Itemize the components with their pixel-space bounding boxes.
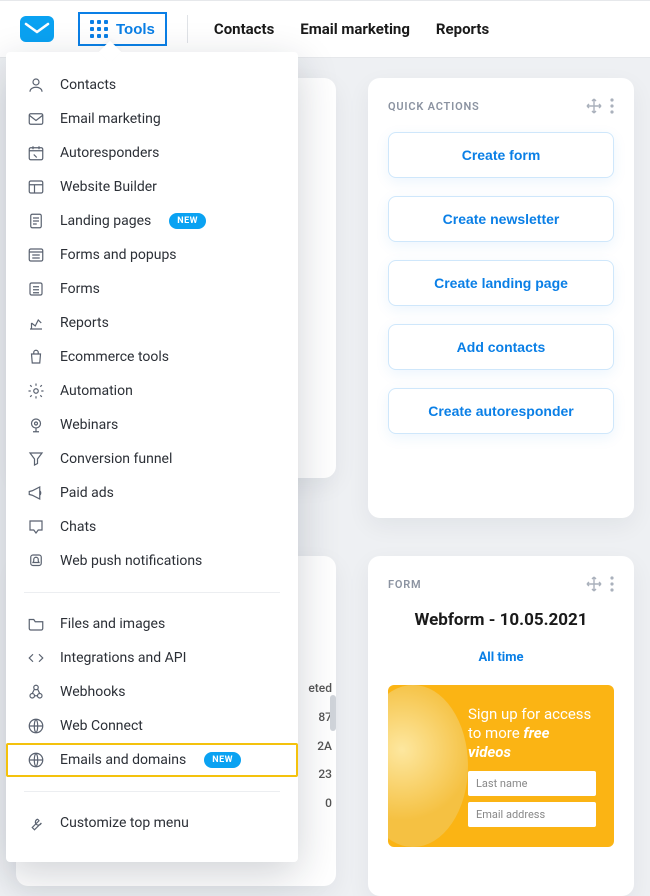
quick-actions-title: QUICK ACTIONS	[388, 100, 480, 113]
qa-create-form[interactable]: Create form	[388, 132, 614, 178]
layout-icon	[26, 177, 46, 197]
menu-item-reports[interactable]: Reports	[6, 306, 298, 340]
qa-create-newsletter[interactable]: Create newsletter	[388, 196, 614, 242]
menu-item-web-push-notifications[interactable]: Web push notifications	[6, 544, 298, 578]
menu-item-automation[interactable]: Automation	[6, 374, 298, 408]
menu-item-forms-and-popups[interactable]: Forms and popups	[6, 238, 298, 272]
menu-label: Webinars	[60, 417, 118, 433]
menu-label: Web push notifications	[60, 553, 202, 569]
tools-menu-button[interactable]: Tools	[78, 12, 167, 46]
scrollbar-thumb[interactable]	[330, 695, 336, 731]
kebab-icon[interactable]	[610, 576, 614, 592]
menu-item-autoresponders[interactable]: Autoresponders	[6, 136, 298, 170]
menu-label: Autoresponders	[60, 145, 159, 161]
menu-label: Paid ads	[60, 485, 114, 501]
webcam-icon	[26, 415, 46, 435]
funnel-icon	[26, 449, 46, 469]
qa-add-contacts[interactable]: Add contacts	[388, 324, 614, 370]
kebab-icon[interactable]	[610, 98, 614, 114]
brand-logo[interactable]	[16, 11, 58, 47]
new-badge: NEW	[204, 752, 241, 768]
menu-label: Webhooks	[60, 684, 126, 700]
globe-icon	[26, 716, 46, 736]
last-name-field[interactable]: Last name	[468, 771, 596, 796]
menu-item-files-and-images[interactable]: Files and images	[6, 607, 298, 641]
calendar-icon	[26, 143, 46, 163]
menu-item-contacts[interactable]: Contacts	[6, 68, 298, 102]
form-range-link[interactable]: All time	[388, 650, 614, 665]
menu-item-integrations-and-api[interactable]: Integrations and API	[6, 641, 298, 675]
form-preview: Sign up for access to more free videos L…	[388, 685, 614, 847]
envelope-icon	[26, 109, 46, 129]
menu-item-customize-top-menu[interactable]: Customize top menu	[6, 806, 298, 840]
bell-icon	[26, 551, 46, 571]
page-icon	[26, 211, 46, 231]
megaphone-icon	[26, 483, 46, 503]
menu-label: Website Builder	[60, 179, 157, 195]
webhook-icon	[26, 682, 46, 702]
menu-item-email-marketing[interactable]: Email marketing	[6, 102, 298, 136]
tools-dropdown: Contacts Email marketing Autoresponders Web…	[6, 52, 298, 862]
form-card: FORM Webform - 10.05.2021 All time Sign …	[368, 556, 634, 896]
email-field[interactable]: Email address	[468, 802, 596, 827]
chart-icon	[26, 313, 46, 333]
divider	[187, 15, 188, 43]
menu-item-webinars[interactable]: Webinars	[6, 408, 298, 442]
menu-item-conversion-funnel[interactable]: Conversion funnel	[6, 442, 298, 476]
form-icon	[26, 279, 46, 299]
menu-item-website-builder[interactable]: Website Builder	[6, 170, 298, 204]
form-popup-icon	[26, 245, 46, 265]
move-icon[interactable]	[586, 98, 602, 114]
code-icon	[26, 648, 46, 668]
tools-label: Tools	[116, 21, 155, 38]
menu-label: Conversion funnel	[60, 451, 172, 467]
divider	[24, 592, 280, 593]
menu-label: Chats	[60, 519, 96, 535]
primary-nav: Contacts Email marketing Reports	[214, 20, 489, 38]
menu-label: Integrations and API	[60, 650, 186, 666]
menu-label: Reports	[60, 315, 109, 331]
grid-icon	[90, 20, 108, 38]
nav-email-marketing[interactable]: Email marketing	[300, 20, 410, 38]
avatar-placeholder	[388, 685, 468, 847]
menu-item-chats[interactable]: Chats	[6, 510, 298, 544]
wrench-icon	[26, 813, 46, 833]
menu-label: Emails and domains	[60, 752, 186, 768]
bag-icon	[26, 347, 46, 367]
new-badge: NEW	[169, 213, 206, 229]
divider	[24, 791, 280, 792]
menu-item-forms[interactable]: Forms	[6, 272, 298, 306]
qa-create-autoresponder[interactable]: Create autoresponder	[388, 388, 614, 434]
signup-headline: Sign up for access to more free videos	[468, 705, 596, 761]
menu-item-landing-pages[interactable]: Landing pages NEW	[6, 204, 298, 238]
menu-label: Contacts	[60, 77, 116, 93]
globe-icon	[26, 750, 46, 770]
top-nav: Tools Contacts Email marketing Reports	[0, 0, 650, 58]
chat-icon	[26, 517, 46, 537]
menu-label: Automation	[60, 383, 133, 399]
person-icon	[26, 75, 46, 95]
move-icon[interactable]	[586, 576, 602, 592]
menu-item-web-connect[interactable]: Web Connect	[6, 709, 298, 743]
menu-item-paid-ads[interactable]: Paid ads	[6, 476, 298, 510]
menu-item-webhooks[interactable]: Webhooks	[6, 675, 298, 709]
menu-label: Email marketing	[60, 111, 161, 127]
quick-actions-card: QUICK ACTIONS Create form Create newslet…	[368, 78, 634, 518]
folder-icon	[26, 614, 46, 634]
nav-contacts[interactable]: Contacts	[214, 20, 274, 38]
menu-item-ecommerce-tools[interactable]: Ecommerce tools	[6, 340, 298, 374]
menu-label: Ecommerce tools	[60, 349, 169, 365]
menu-label: Forms and popups	[60, 247, 177, 263]
form-heading: Webform - 10.05.2021	[388, 610, 614, 630]
menu-label: Forms	[60, 281, 100, 297]
form-card-title: FORM	[388, 578, 421, 591]
menu-label: Files and images	[60, 616, 165, 632]
nav-reports[interactable]: Reports	[436, 20, 489, 38]
menu-label: Landing pages	[60, 213, 151, 229]
menu-label: Web Connect	[60, 718, 143, 734]
menu-item-emails-and-domains[interactable]: Emails and domains NEW	[6, 743, 298, 777]
menu-label: Customize top menu	[60, 815, 189, 831]
gear-icon	[26, 381, 46, 401]
qa-create-landing-page[interactable]: Create landing page	[388, 260, 614, 306]
